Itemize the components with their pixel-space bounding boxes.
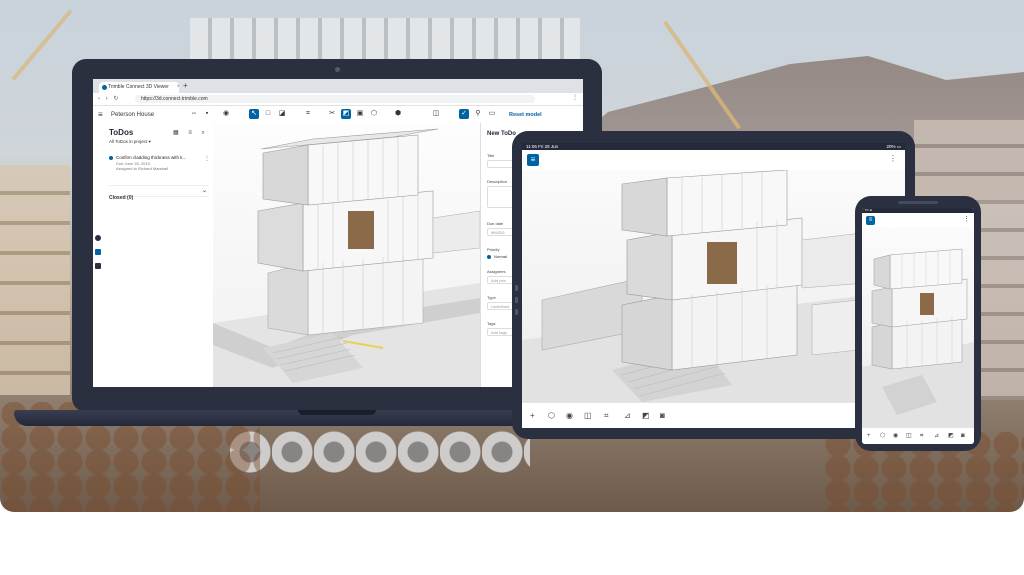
comment-icon[interactable]: ▭	[487, 109, 497, 119]
fit-view-icon[interactable]: ⇔	[189, 109, 199, 119]
add-icon[interactable]: +	[867, 432, 871, 440]
walk-icon[interactable]: ◩	[642, 411, 650, 421]
browser-menu-icon[interactable]: ⋮	[572, 94, 578, 101]
phone-3d-viewport[interactable]	[862, 227, 974, 427]
background-building-left	[0, 165, 70, 395]
eye-icon[interactable]: ◉	[566, 411, 573, 421]
phone-app-bar: ≡ ⋮	[862, 213, 974, 227]
phone-building-model	[862, 248, 974, 427]
select-cursor-icon[interactable]: ↖	[249, 109, 259, 119]
phone-toolbar: + ⬡ ◉ ◫ ⌗ ⊿ ◩ ◙	[862, 427, 974, 444]
comment-icon[interactable]: ◙	[660, 411, 665, 421]
title-label: Title	[487, 153, 495, 158]
section-icon[interactable]: ◪	[277, 109, 287, 119]
more-options-icon[interactable]: ⋮	[204, 155, 210, 162]
todo-status-dot	[109, 156, 113, 160]
todos-filter[interactable]: All ToDos in project ▾	[109, 139, 151, 145]
priority-label: Priority	[487, 247, 500, 252]
measure-icon[interactable]: ⊿	[624, 411, 631, 421]
box-select-icon[interactable]: □	[263, 109, 273, 119]
cube-icon[interactable]: ⬢	[393, 109, 403, 119]
priority-radio[interactable]: Normal	[487, 254, 507, 259]
phone-kebab-icon[interactable]: ⋮	[963, 215, 970, 223]
todos-panel: ToDos All ToDos in project ▾ ▦ ≡ ⌕ Confi…	[93, 123, 214, 387]
laptop-notch	[298, 410, 376, 415]
tablet-status-bar: 11:06 Fri 28 Jun 20% ▭	[522, 143, 905, 150]
tablet-status-time: 11:06 Fri 28 Jun	[526, 144, 559, 149]
tablet-toolbar: + ⬡ ◉ ◫ ⌗ ⊿ ◩ ◙	[522, 402, 905, 428]
walk-icon[interactable]: ◩	[948, 432, 954, 440]
closed-section[interactable]: Closed (0) ⌄	[109, 185, 209, 201]
phone-menu-icon[interactable]: ≡	[866, 216, 875, 225]
eye-icon[interactable]: ◉	[893, 432, 898, 440]
browser-tab[interactable]: Trimble Connect 3D Viewer ×	[99, 82, 179, 93]
due-date-label: Due date	[487, 221, 504, 226]
concrete-pipes	[230, 430, 530, 475]
trimble-favicon-icon	[102, 85, 107, 90]
new-tab-button[interactable]: +	[183, 81, 188, 91]
checklist-icon[interactable]	[95, 249, 101, 255]
new-todo-title: New ToDo	[487, 131, 516, 137]
fit-view-icon[interactable]: ⌗	[604, 411, 609, 421]
todos-title: ToDos	[109, 128, 134, 137]
tablet-app-bar: ≡ ⋮	[522, 150, 905, 170]
tab-close-icon[interactable]: ×	[177, 82, 179, 93]
browser-tab-title: Trimble Connect 3D Viewer	[108, 84, 169, 90]
hamburger-menu-icon[interactable]: ≡	[98, 110, 103, 119]
browser-nav-icons[interactable]: ‹ › ↻	[98, 95, 120, 103]
folder-icon[interactable]: ▪	[202, 109, 212, 119]
laptop-screen: Trimble Connect 3D Viewer × + ‹ › ↻ http…	[93, 79, 583, 387]
tablet-building-model	[522, 170, 905, 402]
laptop-camera	[335, 67, 340, 72]
tablet-screen: 11:06 Fri 28 Jun 20% ▭ ≡ ⋮ + ⬡ ◉ ◫ ⌗ ⊿ ◩…	[522, 143, 905, 428]
layers-icon[interactable]: ◫	[584, 411, 592, 421]
chevron-down-icon: ⌄	[201, 188, 207, 194]
add-icon[interactable]: +	[530, 411, 535, 421]
layers-icon[interactable]: ◫	[431, 109, 441, 119]
measure-icon[interactable]: ⌗	[303, 109, 313, 119]
type-label: Type	[487, 295, 496, 300]
clip-icon[interactable]: ✂	[327, 109, 337, 119]
layers-icon[interactable]: ◫	[906, 432, 912, 440]
shape-icon[interactable]: ⬡	[369, 109, 379, 119]
tablet-side-buttons	[515, 285, 518, 321]
tablet-kebab-icon[interactable]: ⋮	[889, 154, 897, 163]
3d-viewport[interactable]	[213, 123, 480, 387]
url-input[interactable]: https://3d.connect.trimble.com	[135, 95, 535, 103]
tablet-status-battery: 20% ▭	[886, 144, 901, 149]
tablet-3d-viewport[interactable]	[522, 170, 905, 402]
walk-icon[interactable]: ◩	[341, 109, 351, 119]
camera-rail-icon[interactable]	[95, 263, 101, 269]
todo-item-assignee: Assigned to Richard Marshall	[116, 166, 169, 171]
assignees-label: Assignees	[487, 269, 506, 274]
eye-icon[interactable]: ◉	[221, 109, 231, 119]
project-name[interactable]: Peterson House	[111, 111, 154, 119]
cube-icon[interactable]: ⬡	[880, 432, 885, 440]
attach-icon[interactable]: ⚲	[473, 109, 483, 119]
reset-model-button[interactable]: Reset model	[509, 111, 542, 119]
building-model	[213, 128, 480, 387]
todo-item-title: Confirm cladding thickness with k...	[116, 155, 187, 160]
crane-left	[11, 9, 73, 81]
description-label: Description	[487, 179, 508, 184]
tags-label: Tags	[487, 321, 496, 326]
closed-label: Closed (0)	[109, 195, 134, 201]
browser-address-bar: ‹ › ↻ https://3d.connect.trimble.com ⋮	[93, 93, 583, 106]
browser-tabbar: Trimble Connect 3D Viewer × +	[93, 79, 583, 93]
cube-icon[interactable]: ⬡	[548, 411, 555, 421]
fit-view-icon[interactable]: ⌗	[920, 432, 923, 440]
todo-icon[interactable]: ✓	[459, 109, 469, 119]
app-toolbar: ≡ Peterson House ⇔ ▪ ◉ ↖ □ ◪ ⌗ ✂ ◩ ▣ ⬡ ⬢…	[93, 106, 583, 124]
info-icon[interactable]	[95, 235, 101, 241]
measure-icon[interactable]: ⊿	[934, 432, 939, 440]
comment-icon[interactable]: ◙	[961, 432, 965, 440]
side-rail-icons	[95, 235, 101, 269]
camera-icon[interactable]: ▣	[355, 109, 365, 119]
phone-screen: ▪▪▪ ● ≡ ⋮ + ⬡ ◉ ◫ ⌗ ⊿ ◩ ◙	[862, 208, 974, 444]
tablet-menu-icon[interactable]: ≡	[527, 154, 539, 166]
todos-panel-icons[interactable]: ▦ ≡ ⌕	[173, 129, 209, 137]
phone-speaker	[898, 201, 938, 204]
